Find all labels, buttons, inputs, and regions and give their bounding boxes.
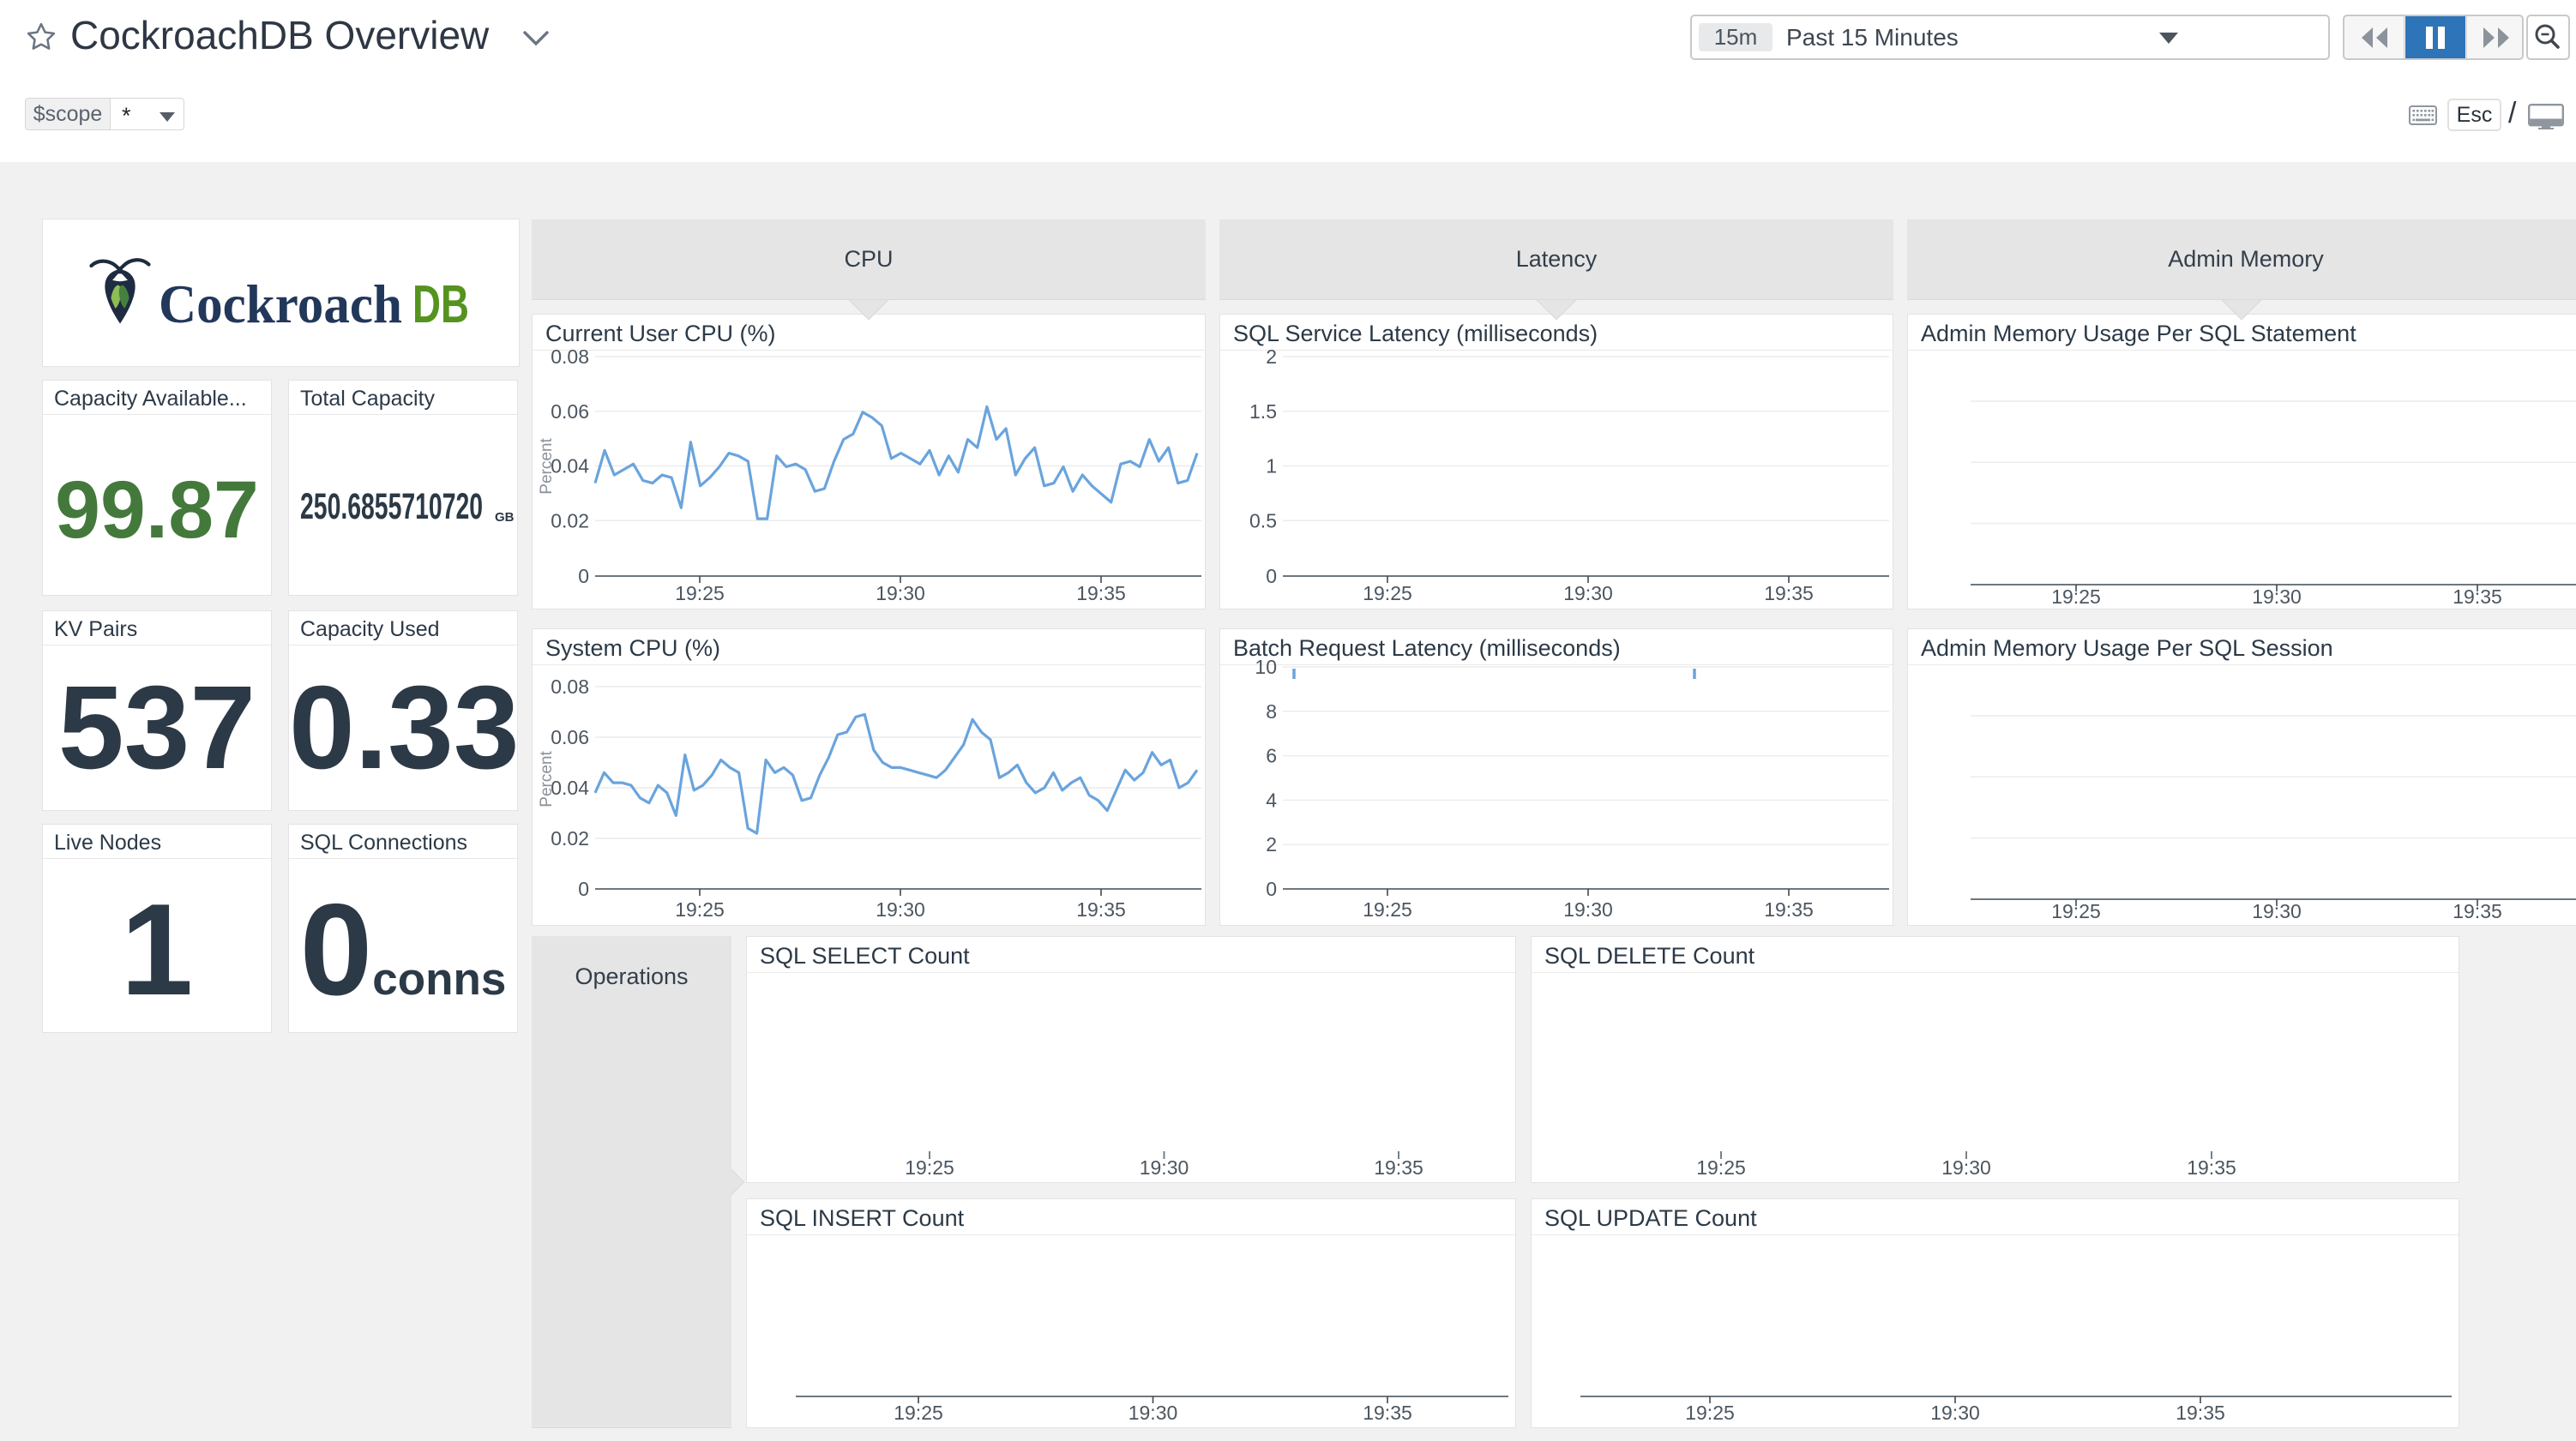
svg-text:19:25: 19:25 <box>2051 900 2101 922</box>
svg-text:19:35: 19:35 <box>1764 898 1814 921</box>
svg-text:19:30: 19:30 <box>2252 585 2302 608</box>
svg-text:0.08: 0.08 <box>551 675 589 698</box>
svg-text:19:30: 19:30 <box>1563 582 1613 604</box>
svg-text:0.5: 0.5 <box>1249 509 1277 531</box>
svg-text:0.08: 0.08 <box>551 345 589 368</box>
svg-text:19:30: 19:30 <box>1129 1402 1178 1424</box>
svg-text:19:25: 19:25 <box>1363 582 1412 604</box>
svg-text:Cockroach: Cockroach <box>159 273 402 334</box>
svg-text:DB: DB <box>412 275 469 334</box>
svg-text:2: 2 <box>1266 833 1277 856</box>
svg-text:Percent: Percent <box>538 751 556 808</box>
svg-text:19:30: 19:30 <box>1563 898 1613 921</box>
svg-text:19:25: 19:25 <box>675 898 725 921</box>
svg-text:19:30: 19:30 <box>876 582 925 604</box>
svg-text:2: 2 <box>1266 345 1277 368</box>
svg-text:19:25: 19:25 <box>905 1156 954 1179</box>
svg-text:19:25: 19:25 <box>2051 585 2101 608</box>
svg-text:19:35: 19:35 <box>1363 1402 1412 1424</box>
svg-text:19:25: 19:25 <box>1696 1156 1746 1179</box>
svg-text:0: 0 <box>1266 565 1277 587</box>
svg-text:10: 10 <box>1255 656 1277 678</box>
svg-text:19:35: 19:35 <box>2176 1402 2225 1424</box>
svg-text:19:30: 19:30 <box>1140 1156 1189 1179</box>
svg-text:0.04: 0.04 <box>551 777 589 799</box>
svg-text:19:35: 19:35 <box>1076 898 1126 921</box>
svg-text:19:35: 19:35 <box>2453 900 2502 922</box>
svg-text:Percent: Percent <box>538 438 556 495</box>
svg-text:19:30: 19:30 <box>876 898 925 921</box>
svg-text:19:25: 19:25 <box>1363 898 1412 921</box>
svg-text:19:30: 19:30 <box>1930 1402 1980 1424</box>
svg-text:19:35: 19:35 <box>1076 582 1126 604</box>
svg-text:19:35: 19:35 <box>1374 1156 1423 1179</box>
svg-text:19:25: 19:25 <box>894 1402 943 1424</box>
svg-text:0: 0 <box>578 878 589 900</box>
svg-text:19:25: 19:25 <box>1685 1402 1735 1424</box>
svg-text:0: 0 <box>578 565 589 587</box>
svg-text:0.06: 0.06 <box>551 726 589 748</box>
svg-text:0.02: 0.02 <box>551 509 589 531</box>
svg-text:1.5: 1.5 <box>1249 400 1277 423</box>
svg-text:19:25: 19:25 <box>675 582 725 604</box>
svg-text:0.02: 0.02 <box>551 827 589 850</box>
svg-text:0.04: 0.04 <box>551 455 589 477</box>
svg-text:19:35: 19:35 <box>2453 585 2502 608</box>
svg-text:19:30: 19:30 <box>2252 900 2302 922</box>
svg-text:0: 0 <box>1266 878 1277 900</box>
svg-text:6: 6 <box>1266 745 1277 767</box>
svg-text:8: 8 <box>1266 700 1277 723</box>
svg-text:19:35: 19:35 <box>2187 1156 2236 1179</box>
svg-text:19:35: 19:35 <box>1764 582 1814 604</box>
svg-text:19:30: 19:30 <box>1941 1156 1991 1179</box>
svg-text:0.06: 0.06 <box>551 400 589 423</box>
svg-text:4: 4 <box>1266 789 1277 811</box>
svg-text:1: 1 <box>1266 455 1277 477</box>
